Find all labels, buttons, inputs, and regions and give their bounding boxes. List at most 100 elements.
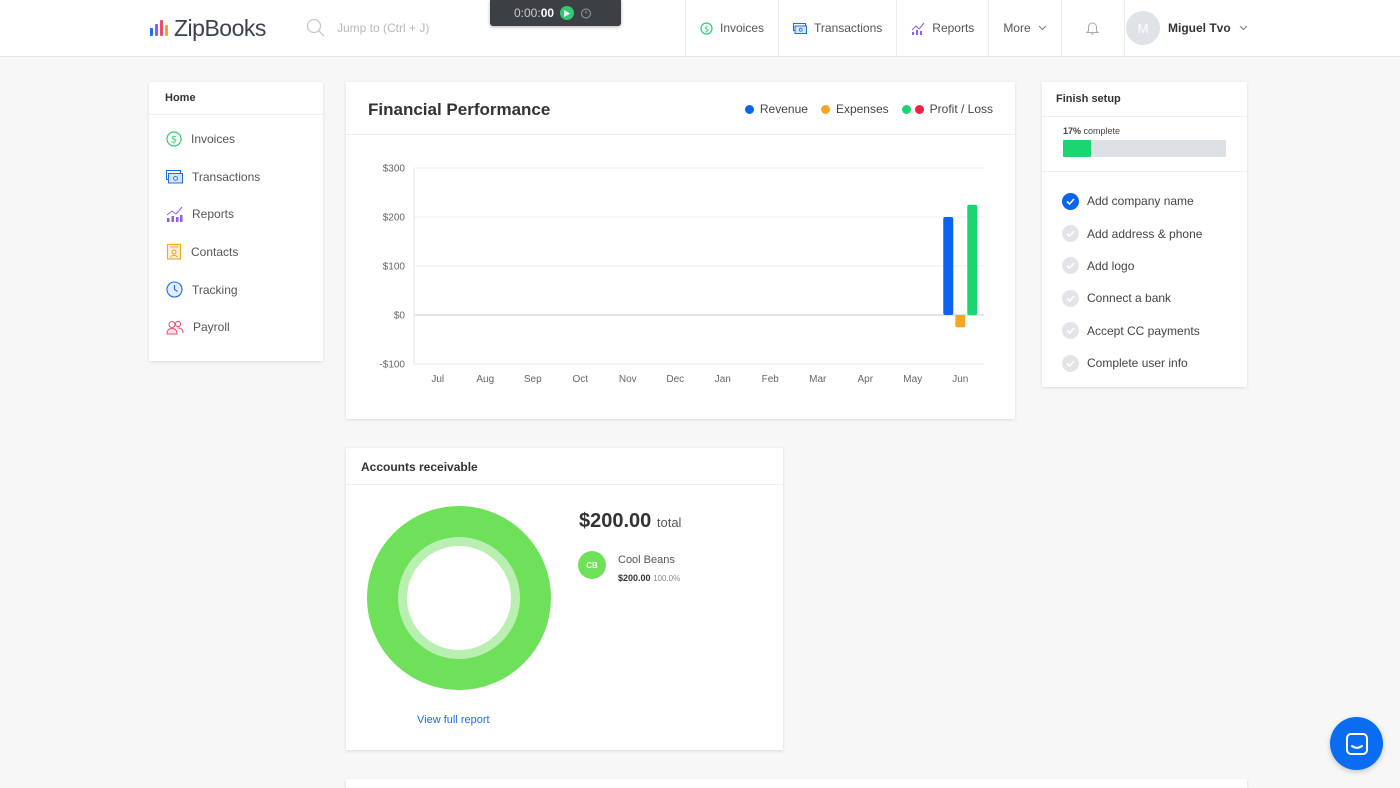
receivable-total: $200.00 total	[579, 510, 682, 532]
financial-performance-chart: $300 $200 $100 $0 -$100 Jul Aug Sep Oct Nov Dec Jan…	[379, 164, 984, 385]
home-item-label: Contacts	[191, 244, 239, 259]
setup-item[interactable]: Add logo	[1042, 250, 1247, 282]
x-tick-label: Nov	[619, 374, 637, 385]
chart-legend: Revenue Expenses Profit / Loss	[744, 102, 993, 116]
check-circle-icon	[1062, 354, 1079, 372]
receivable-customer-entry[interactable]: CB Cool Beans $200.00 100.0%	[578, 551, 680, 583]
svg-text:$: $	[704, 24, 709, 33]
home-item-label: Tracking	[192, 282, 238, 297]
legend-profit-swatch	[901, 104, 911, 114]
legend-revenue-label: Revenue	[759, 102, 808, 116]
view-full-report-link[interactable]: View full report	[417, 714, 490, 726]
bell-icon	[1086, 22, 1100, 35]
setup-item[interactable]: Add company name	[1042, 185, 1247, 217]
setup-item-label: Accept CC payments	[1087, 323, 1200, 338]
x-tick-label: Dec	[666, 374, 684, 385]
dollar-icon: $	[700, 21, 713, 35]
home-item-label: Payroll	[193, 320, 230, 335]
timer-display: 0:00:00	[514, 6, 555, 20]
y-tick-label: $0	[394, 311, 406, 322]
legend-revenue[interactable]: Revenue	[744, 102, 808, 116]
search-placeholder: Jump to (Ctrl + J)	[337, 20, 430, 35]
home-item-contacts[interactable]: Contacts	[149, 233, 323, 271]
home-card: Home $ Invoices Transactions Reports Con…	[149, 82, 323, 361]
setup-item[interactable]: Add address & phone	[1042, 217, 1247, 249]
chevron-down-icon	[1038, 25, 1047, 31]
donut-ring	[367, 506, 551, 690]
customer-name: Cool Beans	[618, 554, 675, 566]
stopwatch-icon[interactable]	[580, 7, 592, 19]
people-icon	[166, 320, 184, 335]
chat-icon	[1345, 732, 1368, 755]
legend-expenses[interactable]: Expenses	[820, 102, 889, 116]
legend-expenses-label: Expenses	[835, 102, 889, 116]
search-icon	[306, 18, 325, 37]
nav-invoices[interactable]: $ Invoices	[685, 0, 778, 56]
nav-transactions[interactable]: Transactions	[778, 0, 896, 56]
legend-revenue-swatch	[744, 104, 754, 114]
setup-item[interactable]: Complete user info	[1042, 347, 1247, 379]
cash-icon	[166, 169, 183, 184]
next-card	[346, 779, 1247, 788]
receivable-donut-chart	[367, 506, 551, 690]
chevron-down-icon	[1239, 25, 1248, 31]
legend-expenses-swatch	[820, 104, 830, 114]
setup-item-label: Add logo	[1087, 258, 1135, 273]
financial-performance-card: Financial Performance Revenue Expenses P…	[346, 82, 1015, 419]
nav-invoices-label: Invoices	[720, 21, 765, 35]
setup-item-label: Add company name	[1087, 194, 1194, 209]
time-tracker-widget[interactable]: 0:00:00	[490, 0, 621, 26]
check-circle-icon	[1062, 192, 1079, 210]
x-tick-label: May	[903, 374, 922, 385]
x-tick-label: Aug	[476, 374, 494, 385]
check-circle-icon	[1062, 289, 1079, 307]
dollar-icon: $	[166, 131, 182, 147]
y-tick-label: $100	[383, 262, 406, 273]
y-tick-label: $200	[383, 213, 406, 224]
top-nav-bar: ZipBooks Jump to (Ctrl + J) 0:00:00 $ In…	[0, 0, 1400, 57]
avatar: M	[1126, 11, 1160, 45]
setup-progress-bar	[1063, 140, 1226, 157]
home-item-tracking[interactable]: Tracking	[149, 271, 323, 309]
setup-item-label: Connect a bank	[1087, 291, 1172, 306]
play-icon[interactable]	[560, 6, 575, 20]
check-circle-icon	[1062, 257, 1079, 275]
setup-item[interactable]: Connect a bank	[1042, 282, 1247, 314]
home-item-invoices[interactable]: $ Invoices	[149, 120, 323, 158]
accounts-receivable-card: Accounts receivable $200.00 total CB Coo…	[346, 448, 783, 750]
search-box[interactable]: Jump to (Ctrl + J)	[306, 18, 429, 37]
home-item-transactions[interactable]: Transactions	[149, 158, 323, 196]
setup-item[interactable]: Accept CC payments	[1042, 315, 1247, 347]
cash-icon	[793, 22, 808, 34]
chat-launcher-button[interactable]	[1330, 717, 1383, 770]
setup-progress-text: 17% complete	[1063, 126, 1121, 136]
x-tick-label: Mar	[809, 374, 827, 385]
chart-bar-expenses	[955, 315, 966, 328]
main-nav: $ Invoices Transactions Reports More	[685, 0, 1125, 56]
setup-checklist: Add company name Add address & phone Add l…	[1042, 172, 1247, 379]
home-item-reports[interactable]: Reports	[149, 195, 323, 233]
chart-icon	[166, 206, 183, 223]
home-item-payroll[interactable]: Payroll	[149, 308, 323, 346]
clock-icon	[166, 281, 183, 298]
finish-setup-title: Finish setup	[1042, 82, 1247, 117]
customer-badge: CB	[578, 551, 606, 579]
logo-text: ZipBooks	[174, 14, 266, 41]
nav-reports[interactable]: Reports	[896, 0, 988, 56]
x-tick-label: Jun	[952, 374, 968, 385]
check-circle-icon	[1062, 225, 1079, 243]
zipbooks-logo[interactable]: ZipBooks	[150, 14, 266, 42]
donut-inner-ring	[398, 537, 520, 659]
contact-card-icon	[166, 244, 182, 260]
user-menu[interactable]: M Miguel Tvo	[1126, 11, 1248, 45]
nav-more[interactable]: More	[988, 0, 1060, 56]
user-name: Miguel Tvo	[1168, 21, 1231, 35]
check-circle-icon	[1062, 322, 1079, 340]
notifications-button[interactable]	[1060, 0, 1125, 56]
legend-profit-loss[interactable]: Profit / Loss	[901, 102, 993, 116]
x-tick-label: Apr	[857, 374, 873, 385]
svg-text:$: $	[171, 134, 177, 145]
nav-more-label: More	[1003, 21, 1031, 35]
setup-item-label: Complete user info	[1087, 356, 1188, 371]
chart-bar-profit-loss	[967, 204, 978, 315]
